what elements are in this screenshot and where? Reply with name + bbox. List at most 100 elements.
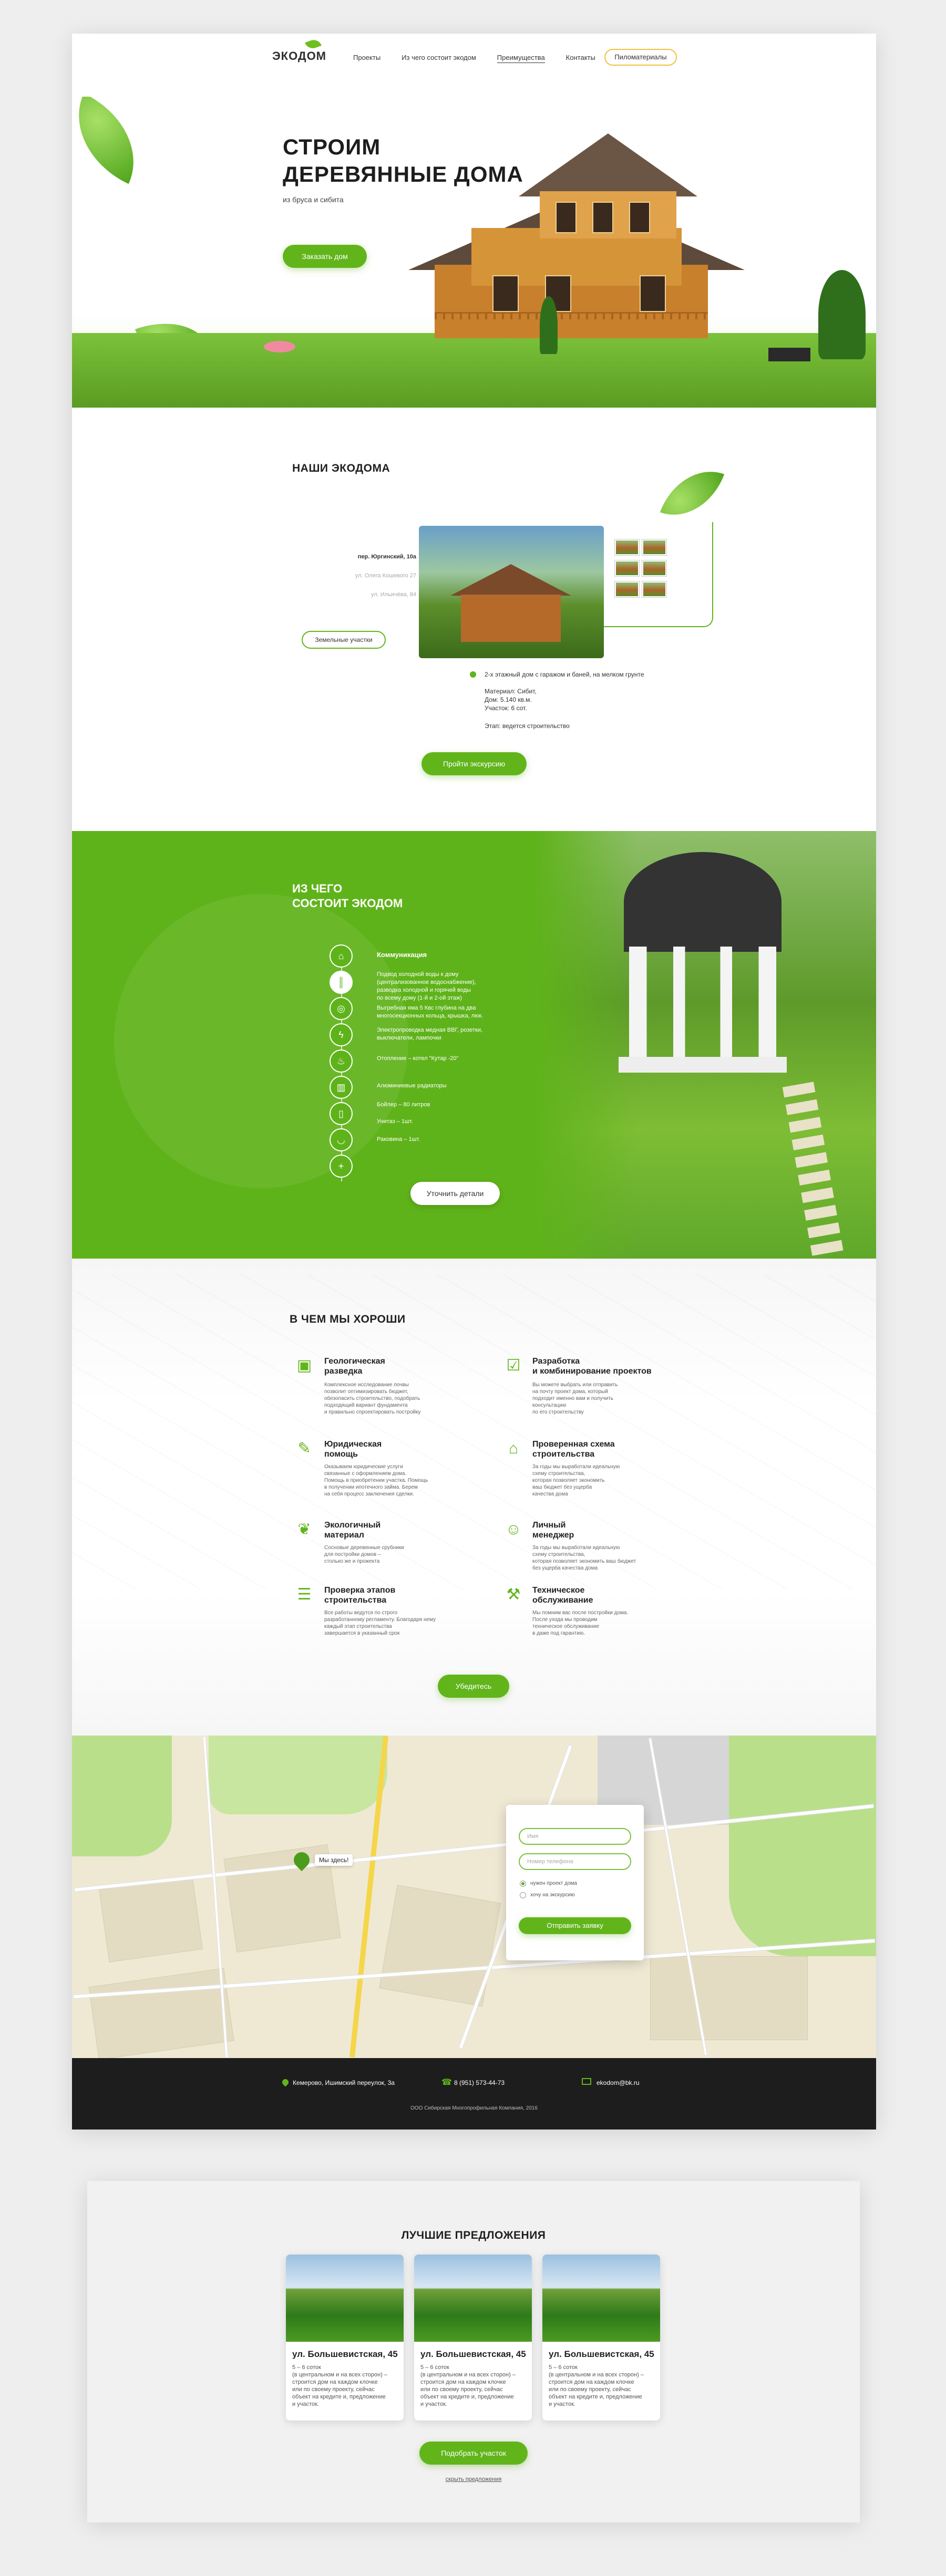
feature-title: Экологичный материал: [324, 1521, 381, 1540]
phone-field[interactable]: Номер телефона: [519, 1853, 631, 1870]
leaf-decor-icon: [660, 458, 725, 529]
offer-title: ул. Большевистская, 45: [549, 2349, 654, 2359]
map-block: [88, 1968, 234, 2058]
component-label: Электропроводка медная ВВГ, розетки, вык…: [377, 1027, 483, 1041]
nav-components[interactable]: Из чего состоит экодом: [402, 54, 476, 63]
map-park: [72, 1736, 172, 1856]
logo-leaf-icon: [305, 37, 322, 51]
status-dot-icon: [470, 671, 476, 678]
offer-photo: [542, 2255, 660, 2342]
feature-text: За годы мы выработали идеальную схему ст…: [532, 1464, 620, 1497]
house-check-icon: ⌂: [508, 1440, 519, 1457]
hero-title: СТРОИМ ДЕРЕВЯННЫЕ ДОМА: [283, 134, 523, 186]
window: [556, 202, 577, 233]
offer-text: 5 – 6 соток (в центральном и на всех сто…: [420, 2364, 516, 2407]
offers-title: ЛУЧШИЕ ПРЕДЛОЖЕНИЯ: [401, 2229, 546, 2241]
feature-text: За годы мы выработали идеальную схему ст…: [532, 1545, 636, 1571]
lumber-button[interactable]: Пиломатериалы: [604, 49, 677, 66]
footer: Кемерово, Ишимский переулок, 3а ☎ 8 (951…: [72, 2058, 876, 2130]
manager-icon: ☺: [505, 1521, 522, 1538]
convince-button[interactable]: Убедитесь: [438, 1675, 509, 1698]
order-house-button[interactable]: Заказать дом: [283, 245, 367, 268]
pick-plot-button[interactable]: Подобрать участок: [419, 2442, 528, 2465]
details-button[interactable]: Уточнить детали: [410, 1182, 500, 1205]
address-3[interactable]: ул. Ильичёва, 84: [298, 591, 416, 598]
house-gable-roof: [519, 133, 697, 196]
map-park: [209, 1736, 387, 1814]
window: [629, 202, 650, 233]
offer-text: 5 – 6 соток (в центральном и на всех сто…: [292, 2364, 387, 2407]
offers-section: ЛУЧШИЕ ПРЕДЛОЖЕНИЯ ул. Большевистская, 4…: [87, 2181, 860, 2522]
component-label: Алюминиевые радиаторы: [377, 1083, 447, 1089]
phone-icon: ☎: [441, 2078, 452, 2087]
address-1[interactable]: пер. Юргинский, 10а: [298, 554, 416, 560]
feature-text: Все работы ведутся по строго разработанн…: [324, 1610, 436, 1636]
nav-projects[interactable]: Проекты: [353, 54, 381, 63]
submit-request-button[interactable]: Отправить заявку: [519, 1917, 631, 1934]
photo-house: [461, 595, 561, 642]
request-form: Имя Номер телефона нужен проект дома хоч…: [506, 1805, 644, 1960]
tour-button[interactable]: Пройти экскурсию: [421, 752, 527, 775]
gallery-thumb[interactable]: [615, 560, 639, 576]
gallery-thumb[interactable]: [642, 581, 666, 597]
offer-title: ул. Большевистская, 45: [420, 2349, 526, 2359]
gallery-thumb[interactable]: [642, 560, 666, 576]
plots-button[interactable]: Земельные участки: [302, 631, 386, 649]
option-project-radio[interactable]: [520, 1881, 526, 1887]
feature-title: Личный менеджер: [532, 1521, 574, 1540]
option-tour-radio[interactable]: [520, 1892, 526, 1898]
window: [640, 275, 666, 312]
offer-card[interactable]: ул. Большевистская, 45 5 – 6 соток (в це…: [542, 2255, 660, 2421]
offer-card[interactable]: ул. Большевистская, 45 5 – 6 соток (в це…: [286, 2255, 404, 2421]
mail-icon: [582, 2078, 591, 2085]
offer-card[interactable]: ул. Большевистская, 45 5 – 6 соток (в це…: [414, 2255, 532, 2421]
footer-phone[interactable]: 8 (951) 573-44-73: [454, 2079, 505, 2086]
option-tour-label: хочу на экскурсию: [530, 1892, 575, 1898]
gallery-thumb[interactable]: [615, 539, 639, 555]
component-label: Унитаз – 1шт.: [377, 1118, 413, 1125]
pin-label: Мы здесь!: [315, 1854, 353, 1866]
foundation-icon[interactable]: ⌂: [330, 944, 353, 968]
name-field[interactable]: Имя: [519, 1828, 631, 1845]
logo[interactable]: ЭКОДОМ: [272, 49, 326, 63]
copyright: ООО Сибирская Многопрофильная Компания, …: [410, 2105, 538, 2111]
address-2[interactable]: ул. Олега Кошевого 27: [298, 573, 416, 579]
feature-text: Оказываем юридические услуги связанные с…: [324, 1464, 428, 1497]
well-icon[interactable]: ◎: [330, 997, 353, 1020]
hero-subtitle: из бруса и сибита: [283, 195, 344, 204]
project-specs: Материал: Сибит, Дом: 5.140 кв.м. Участо…: [485, 688, 537, 712]
tree: [818, 270, 866, 359]
advantages-title: В ЧЕМ МЫ ХОРОШИ: [290, 1313, 406, 1325]
map[interactable]: Мы здесь! Имя Номер телефона нужен проек…: [72, 1736, 876, 2058]
component-label: Выгребная яма 5 Квс глубина на два много…: [377, 1005, 484, 1019]
radiator-icon[interactable]: ▥: [330, 1076, 353, 1099]
plus-icon[interactable]: +: [330, 1155, 353, 1178]
leaf-icon: ❦: [297, 1521, 311, 1538]
feature-title: Проверенная схема строительства: [532, 1440, 615, 1459]
pipes-icon[interactable]: ║: [330, 971, 353, 994]
component-label: Подвод холодной воды к дому (централизов…: [377, 971, 476, 1001]
offer-photo: [286, 2255, 404, 2342]
heating-icon[interactable]: ♨: [330, 1050, 353, 1073]
nav-contacts[interactable]: Контакты: [566, 54, 595, 63]
projects-title: НАШИ ЭКОДОМА: [292, 462, 390, 474]
gallery-thumb[interactable]: [642, 539, 666, 555]
gallery-thumb[interactable]: [615, 581, 639, 597]
sink-icon[interactable]: ◡: [330, 1128, 353, 1151]
nav-advantages[interactable]: Преимущества: [497, 54, 545, 63]
map-block: [99, 1876, 203, 1962]
electric-icon[interactable]: ϟ: [330, 1023, 353, 1046]
feature-title: Юридическая помощь: [324, 1440, 382, 1459]
component-label: Отопление – котел "Кутар -20": [377, 1055, 459, 1062]
hide-offers-link[interactable]: скрыть предложения: [87, 2476, 860, 2482]
blueprint-icon: ☑: [506, 1357, 521, 1374]
offer-photo: [414, 2255, 532, 2342]
feature-title: Проверка этапов строительства: [324, 1586, 396, 1605]
boiler-icon[interactable]: ▯: [330, 1102, 353, 1125]
offer-text: 5 – 6 соток (в центральном и на всех сто…: [549, 2364, 644, 2407]
advantages-bg: [72, 1259, 876, 1736]
project-description: 2-х этажный дом с гаражом и баней, на ме…: [485, 671, 644, 678]
feature-title: Техническое обслуживание: [532, 1586, 593, 1605]
footer-email[interactable]: ekodom@bk.ru: [597, 2079, 640, 2086]
gazebo-columns: [629, 947, 776, 1062]
